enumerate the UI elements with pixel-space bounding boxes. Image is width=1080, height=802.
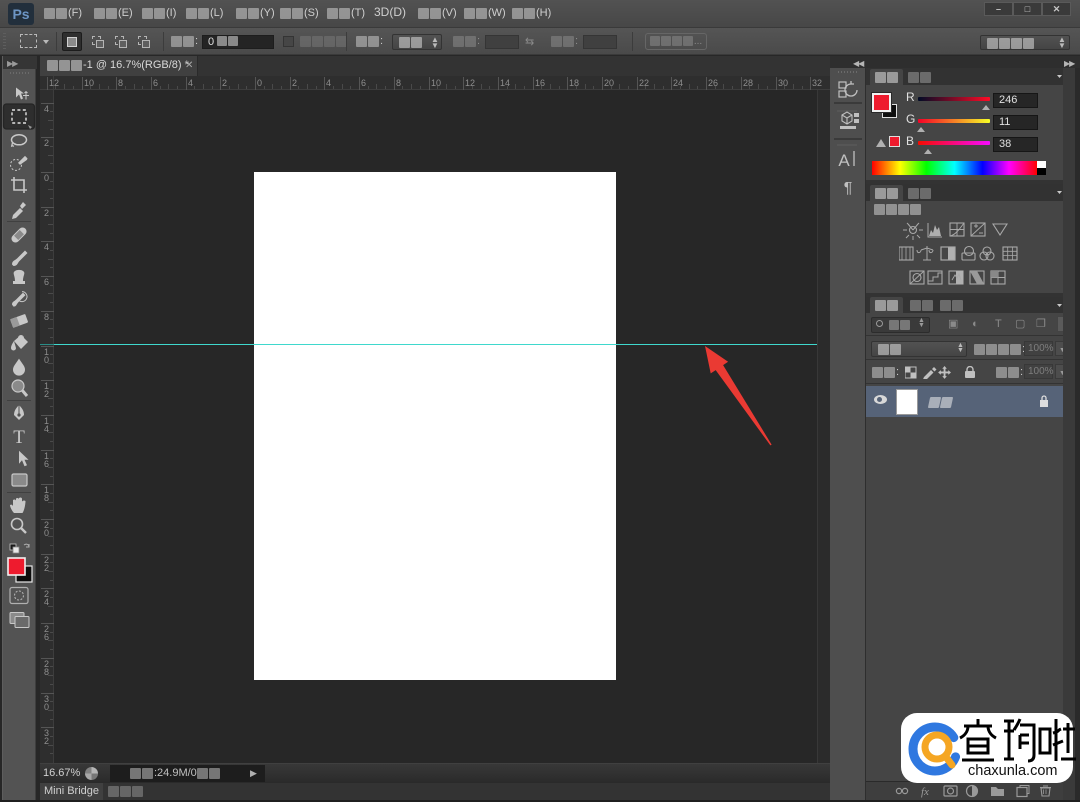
- svg-text:A: A: [838, 151, 850, 170]
- svg-text:chaxunla.com: chaxunla.com: [968, 763, 1057, 779]
- svg-text:¶: ¶: [844, 180, 853, 197]
- svg-text:fx: fx: [921, 786, 929, 798]
- svg-text:T: T: [13, 427, 25, 448]
